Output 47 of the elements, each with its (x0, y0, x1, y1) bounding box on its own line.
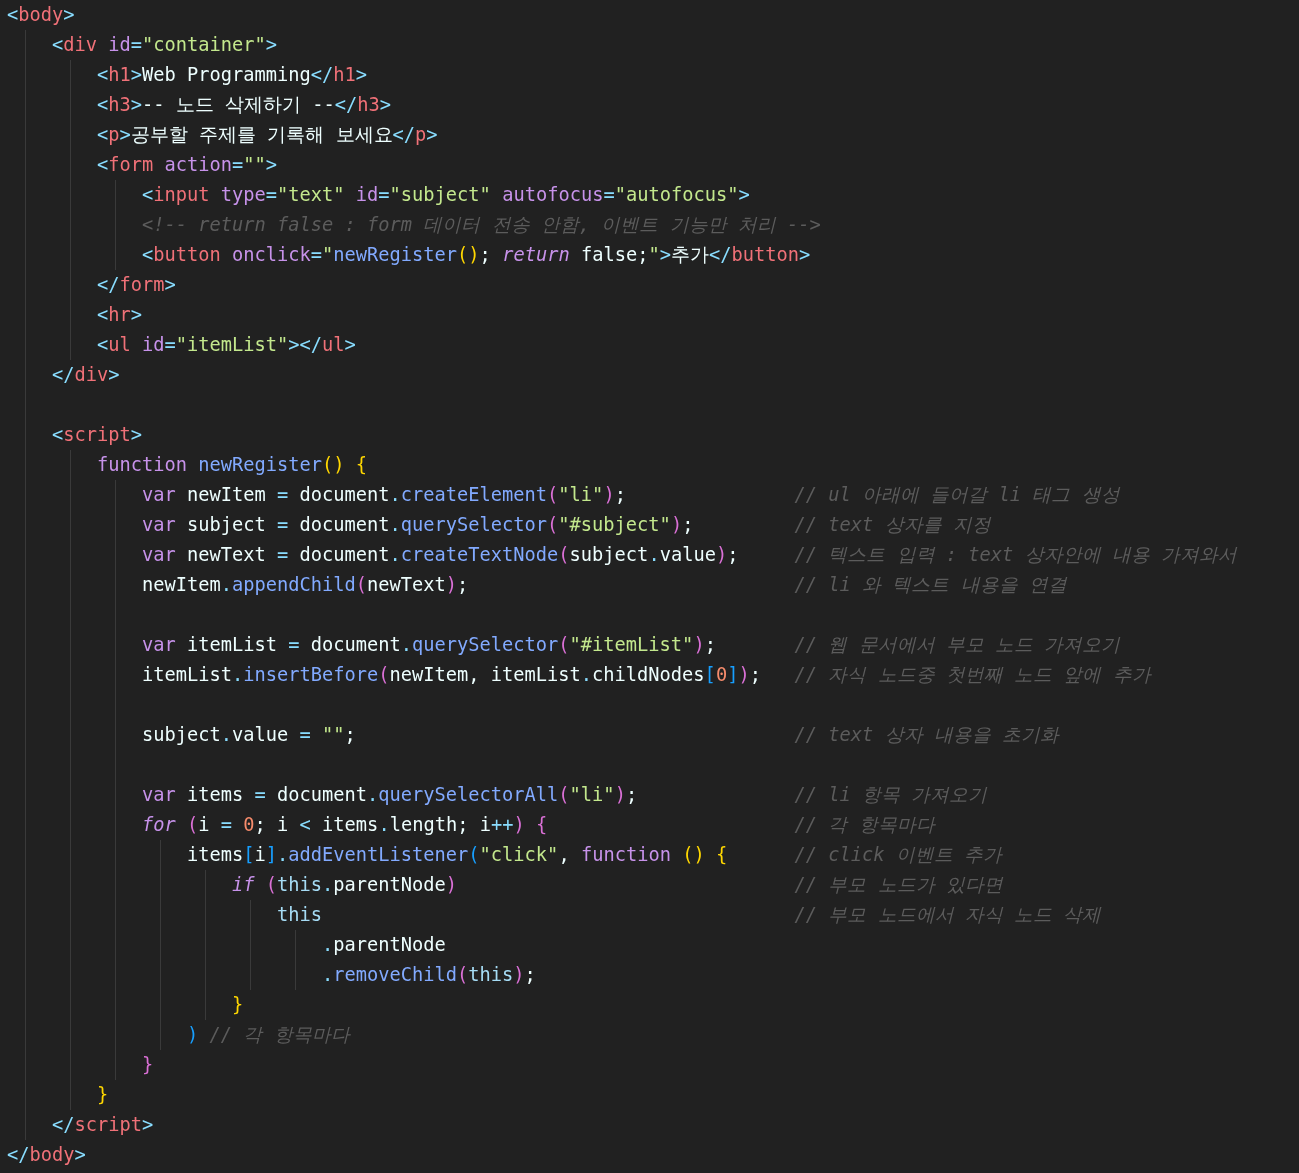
code-comment: // click 이벤트 추가 (794, 843, 1003, 867)
code-line: items[i].addEventListener("click", function () { (187, 843, 729, 867)
code-comment: // li 와 텍스트 내용을 연결 (794, 573, 1067, 597)
code-line: <body> (7, 3, 75, 27)
code-line: ) // 각 항목마다 (187, 1023, 350, 1047)
code-line: <input type="text" id="subject" autofocus="autofocus"> (142, 183, 750, 207)
code-line: var subject = document.querySelector("#subject"); (142, 513, 695, 537)
code-line: <button onclick="newRegister(); return false;">추가</button> (142, 243, 811, 267)
code-line: function newRegister() { (97, 453, 368, 477)
code-line: </form> (97, 273, 176, 297)
code-comment: // text 상자 내용을 초기화 (794, 723, 1060, 747)
code-line: newItem.appendChild(newText); (142, 573, 470, 597)
code-comment: // 텍스트 입력 : text 상자안에 내용 가져와서 (794, 543, 1238, 567)
code-line: <h3>-- 노드 삭제하기 --</h3> (97, 93, 392, 117)
code-comment: // 부모 노드에서 자식 노드 삭제 (794, 903, 1102, 927)
code-line: } (142, 1053, 154, 1077)
code-line: } (97, 1083, 109, 1107)
code-line: <!-- return false : form 데이터 전송 안함, 이벤트 기능만 처리 --> (142, 213, 821, 237)
code-line: <form action=""> (97, 153, 278, 177)
code-line: for (i = 0; i < items.length; i++) { (142, 813, 549, 837)
code-line: var items = document.querySelectorAll("li"); (142, 783, 639, 807)
code-comment: // 자식 노드중 첫번째 노드 앞에 추가 (794, 663, 1151, 687)
code-line: <p>공부할 주제를 기록해 보세요</p> (97, 123, 438, 147)
code-line: <div id="container"> (52, 33, 278, 57)
code-comment: // text 상자를 지정 (794, 513, 991, 537)
code-line: this (277, 903, 323, 927)
code-line: .removeChild(this); (322, 963, 536, 987)
code-line: var newText = document.createTextNode(subject.value); (142, 543, 740, 567)
code-line: .parentNode (322, 933, 446, 957)
code-line: <script> (52, 423, 143, 447)
code-comment: // 웹 문서에서 부모 노드 가져오기 (794, 633, 1121, 657)
code-line: <hr> (97, 303, 143, 327)
code-line: var newItem = document.createElement("li"); (142, 483, 627, 507)
code-line: subject.value = ""; (142, 723, 357, 747)
code-line: </div> (52, 363, 120, 387)
code-line: if (this.parentNode) (232, 873, 459, 897)
code-line: </script> (52, 1113, 154, 1137)
code-comment: // ul 아래에 들어갈 li 태그 생성 (794, 483, 1120, 507)
code-comment: // li 항목 가져오기 (794, 783, 988, 807)
code-comment: // 부모 노드가 있다면 (794, 873, 1003, 897)
code-line: <ul id="itemList"></ul> (97, 333, 356, 357)
code-line: </body> (7, 1143, 86, 1167)
code-line: <h1>Web Programming</h1> (97, 63, 368, 87)
code-line: itemList.insertBefore(newItem, itemList.childNodes[0]); (142, 663, 762, 687)
code-line: } (232, 993, 244, 1017)
code-comment: // 각 항목마다 (794, 813, 935, 837)
code-line: var itemList = document.querySelector("#itemList"); (142, 633, 717, 657)
